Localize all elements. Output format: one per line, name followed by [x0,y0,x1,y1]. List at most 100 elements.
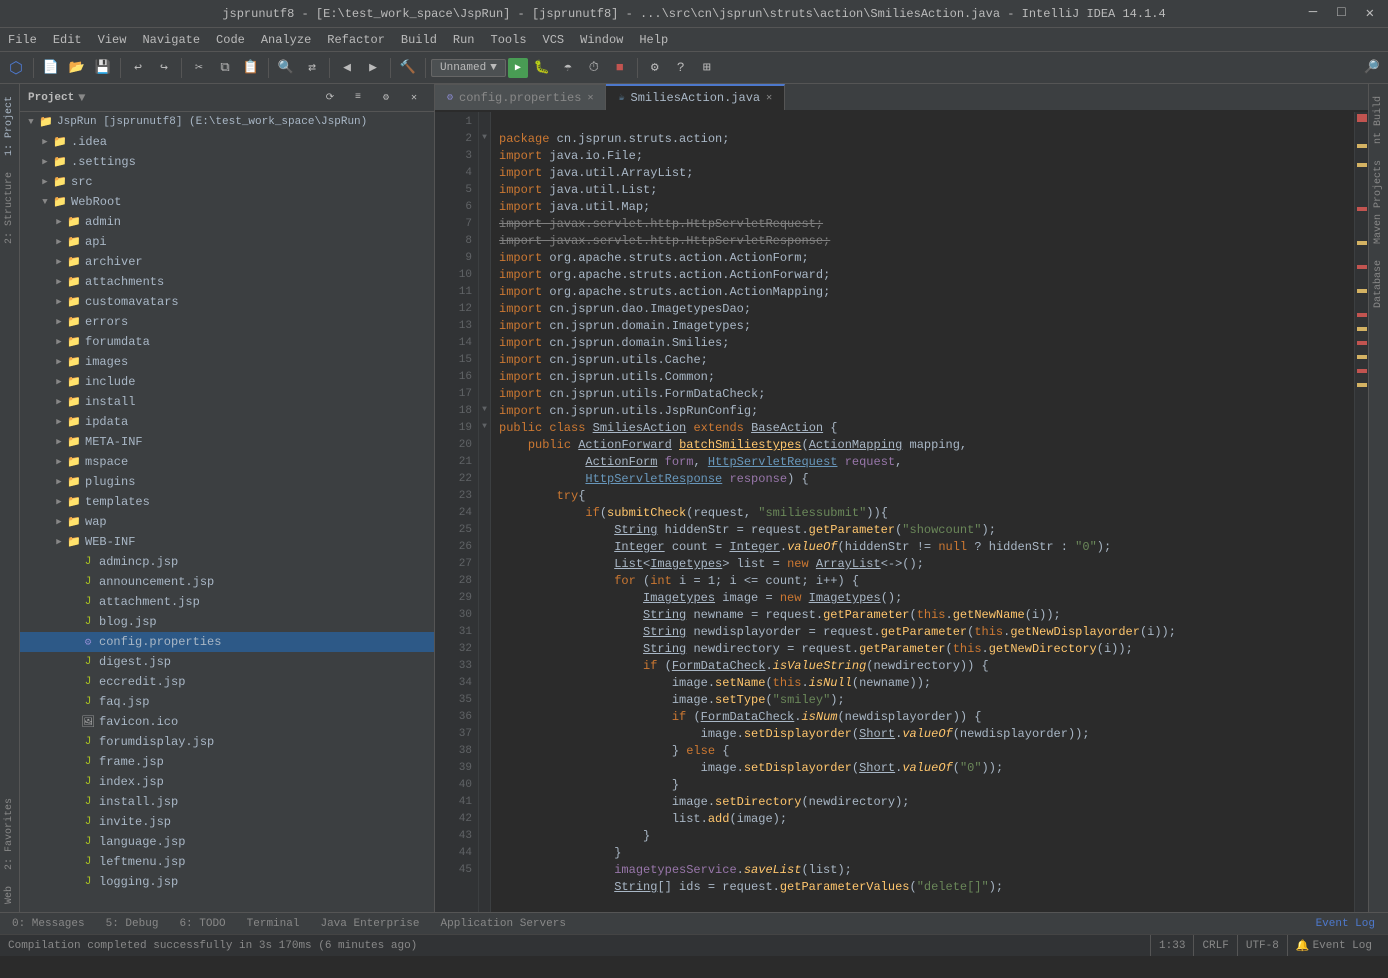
open-button[interactable]: 📂 [65,56,89,80]
search-everything-button[interactable]: 🔎 [1360,56,1384,80]
tree-blog[interactable]: J blog.jsp [20,612,434,632]
bottom-tab-messages[interactable]: 0: Messages [4,913,94,934]
back-button[interactable]: ◀ [335,56,359,80]
tab-config-properties[interactable]: ⚙ config.properties ✕ [435,84,606,110]
replace-button[interactable]: ⇄ [300,56,324,80]
tree-admincp[interactable]: J admincp.jsp [20,552,434,572]
tree-include[interactable]: ▶ 📁 include [20,372,434,392]
menu-refactor[interactable]: Refactor [319,28,393,51]
tree-customavatars[interactable]: ▶ 📁 customavatars [20,292,434,312]
tree-mspace[interactable]: ▶ 📁 mspace [20,452,434,472]
stop-button[interactable]: ■ [608,56,632,80]
tree-archiver[interactable]: ▶ 📁 archiver [20,252,434,272]
undo-button[interactable]: ↩ [126,56,150,80]
tree-frame[interactable]: J frame.jsp [20,752,434,772]
menu-tools[interactable]: Tools [483,28,535,51]
tree-digest[interactable]: J digest.jsp [20,652,434,672]
tree-logging[interactable]: J logging.jsp [20,872,434,892]
project-collapse-button[interactable]: ≡ [346,86,370,110]
menu-vcs[interactable]: VCS [535,28,573,51]
bottom-tab-event-log[interactable]: Event Log [1308,913,1384,934]
tree-wap[interactable]: ▶ 📁 wap [20,512,434,532]
profile-button[interactable]: ⏱ [582,56,606,80]
side-tab-web[interactable]: Web [2,878,17,912]
menu-run[interactable]: Run [445,28,483,51]
event-log-status[interactable]: 🔔 Event Log [1287,935,1380,956]
save-button[interactable]: 💾 [91,56,115,80]
side-tab-database[interactable]: Database [1371,252,1386,316]
sdk-button[interactable]: ⚙ [643,56,667,80]
tree-api[interactable]: ▶ 📁 api [20,232,434,252]
project-sync-button[interactable]: ⟳ [318,86,342,110]
tree-metainf[interactable]: ▶ 📁 META-INF [20,432,434,452]
tree-announcement[interactable]: J announcement.jsp [20,572,434,592]
menu-file[interactable]: File [0,28,45,51]
side-tab-ant-build[interactable]: nt Build [1371,88,1386,152]
tree-forumdisplay[interactable]: J forumdisplay.jsp [20,732,434,752]
bottom-tab-java-enterprise[interactable]: Java Enterprise [312,913,428,934]
bottom-tab-debug[interactable]: 5: Debug [98,913,168,934]
minimize-button[interactable]: ─ [1303,3,1323,24]
tree-install2[interactable]: J install.jsp [20,792,434,812]
bottom-tab-todo[interactable]: 6: TODO [171,913,234,934]
side-tab-maven[interactable]: Maven Projects [1371,152,1386,252]
find-button[interactable]: 🔍 [274,56,298,80]
tree-language[interactable]: J language.jsp [20,832,434,852]
bottom-tab-terminal[interactable]: Terminal [239,913,309,934]
tree-src[interactable]: ▶ 📁 src [20,172,434,192]
tree-forumdata[interactable]: ▶ 📁 forumdata [20,332,434,352]
menu-edit[interactable]: Edit [45,28,90,51]
tree-plugins[interactable]: ▶ 📁 plugins [20,472,434,492]
cut-button[interactable]: ✂ [187,56,211,80]
tree-idea[interactable]: ▶ 📁 .idea [20,132,434,152]
tree-config[interactable]: ⚙ config.properties [20,632,434,652]
fold-19[interactable]: ▼ [479,418,490,435]
smilies-tab-close[interactable]: ✕ [766,92,772,104]
side-tab-structure[interactable]: 2: Structure [2,164,17,252]
project-close-button[interactable]: ✕ [402,86,426,110]
tree-admin[interactable]: ▶ 📁 admin [20,212,434,232]
tree-eccredit[interactable]: J eccredit.jsp [20,672,434,692]
forward-button[interactable]: ▶ [361,56,385,80]
tree-templates[interactable]: ▶ 📁 templates [20,492,434,512]
tree-favicon[interactable]: 🖼 favicon.ico [20,712,434,732]
run-config-selector[interactable]: Unnamed ▼ [431,59,506,77]
tree-index[interactable]: J index.jsp [20,772,434,792]
new-button[interactable]: 📄 [39,56,63,80]
tree-webinf[interactable]: ▶ 📁 WEB-INF [20,532,434,552]
restore-button[interactable]: □ [1331,3,1351,24]
tab-smilies-action[interactable]: ☕ SmiliesAction.java ✕ [606,84,785,110]
tree-images[interactable]: ▶ 📁 images [20,352,434,372]
tree-attachment[interactable]: J attachment.jsp [20,592,434,612]
redo-button[interactable]: ↪ [152,56,176,80]
tree-webroot[interactable]: ▼ 📁 WebRoot [20,192,434,212]
tree-leftmenu[interactable]: J leftmenu.jsp [20,852,434,872]
tree-ipdata[interactable]: ▶ 📁 ipdata [20,412,434,432]
terminal-toolbar-button[interactable]: ⊞ [695,56,719,80]
tree-settings[interactable]: ▶ 📁 .settings [20,152,434,172]
close-button[interactable]: ✕ [1360,3,1380,24]
bottom-tab-app-servers[interactable]: Application Servers [433,913,575,934]
tree-invite[interactable]: J invite.jsp [20,812,434,832]
coverage-button[interactable]: ☂ [556,56,580,80]
project-settings-button[interactable]: ⚙ [374,86,398,110]
code-content[interactable]: package cn.jsprun.struts.action; import … [491,112,1354,912]
menu-analyze[interactable]: Analyze [253,28,319,51]
config-tab-close[interactable]: ✕ [587,92,593,104]
tree-attachments[interactable]: ▶ 📁 attachments [20,272,434,292]
debug-button[interactable]: 🐛 [530,56,554,80]
copy-button[interactable]: ⧉ [213,56,237,80]
menu-window[interactable]: Window [572,28,631,51]
search-icon[interactable]: 🔎 [1360,56,1384,80]
tree-root[interactable]: ▼ 📁 JspRun [jsprunutf8] (E:\test_work_sp… [20,112,434,132]
menu-view[interactable]: View [90,28,135,51]
paste-button[interactable]: 📋 [239,56,263,80]
tree-errors[interactable]: ▶ 📁 errors [20,312,434,332]
menu-build[interactable]: Build [393,28,445,51]
fold-2[interactable]: ▼ [479,129,490,146]
help-toolbar-button[interactable]: ? [669,56,693,80]
tree-install[interactable]: ▶ 📁 install [20,392,434,412]
run-button[interactable]: ▶ [508,58,528,78]
tree-faq[interactable]: J faq.jsp [20,692,434,712]
menu-help[interactable]: Help [631,28,676,51]
